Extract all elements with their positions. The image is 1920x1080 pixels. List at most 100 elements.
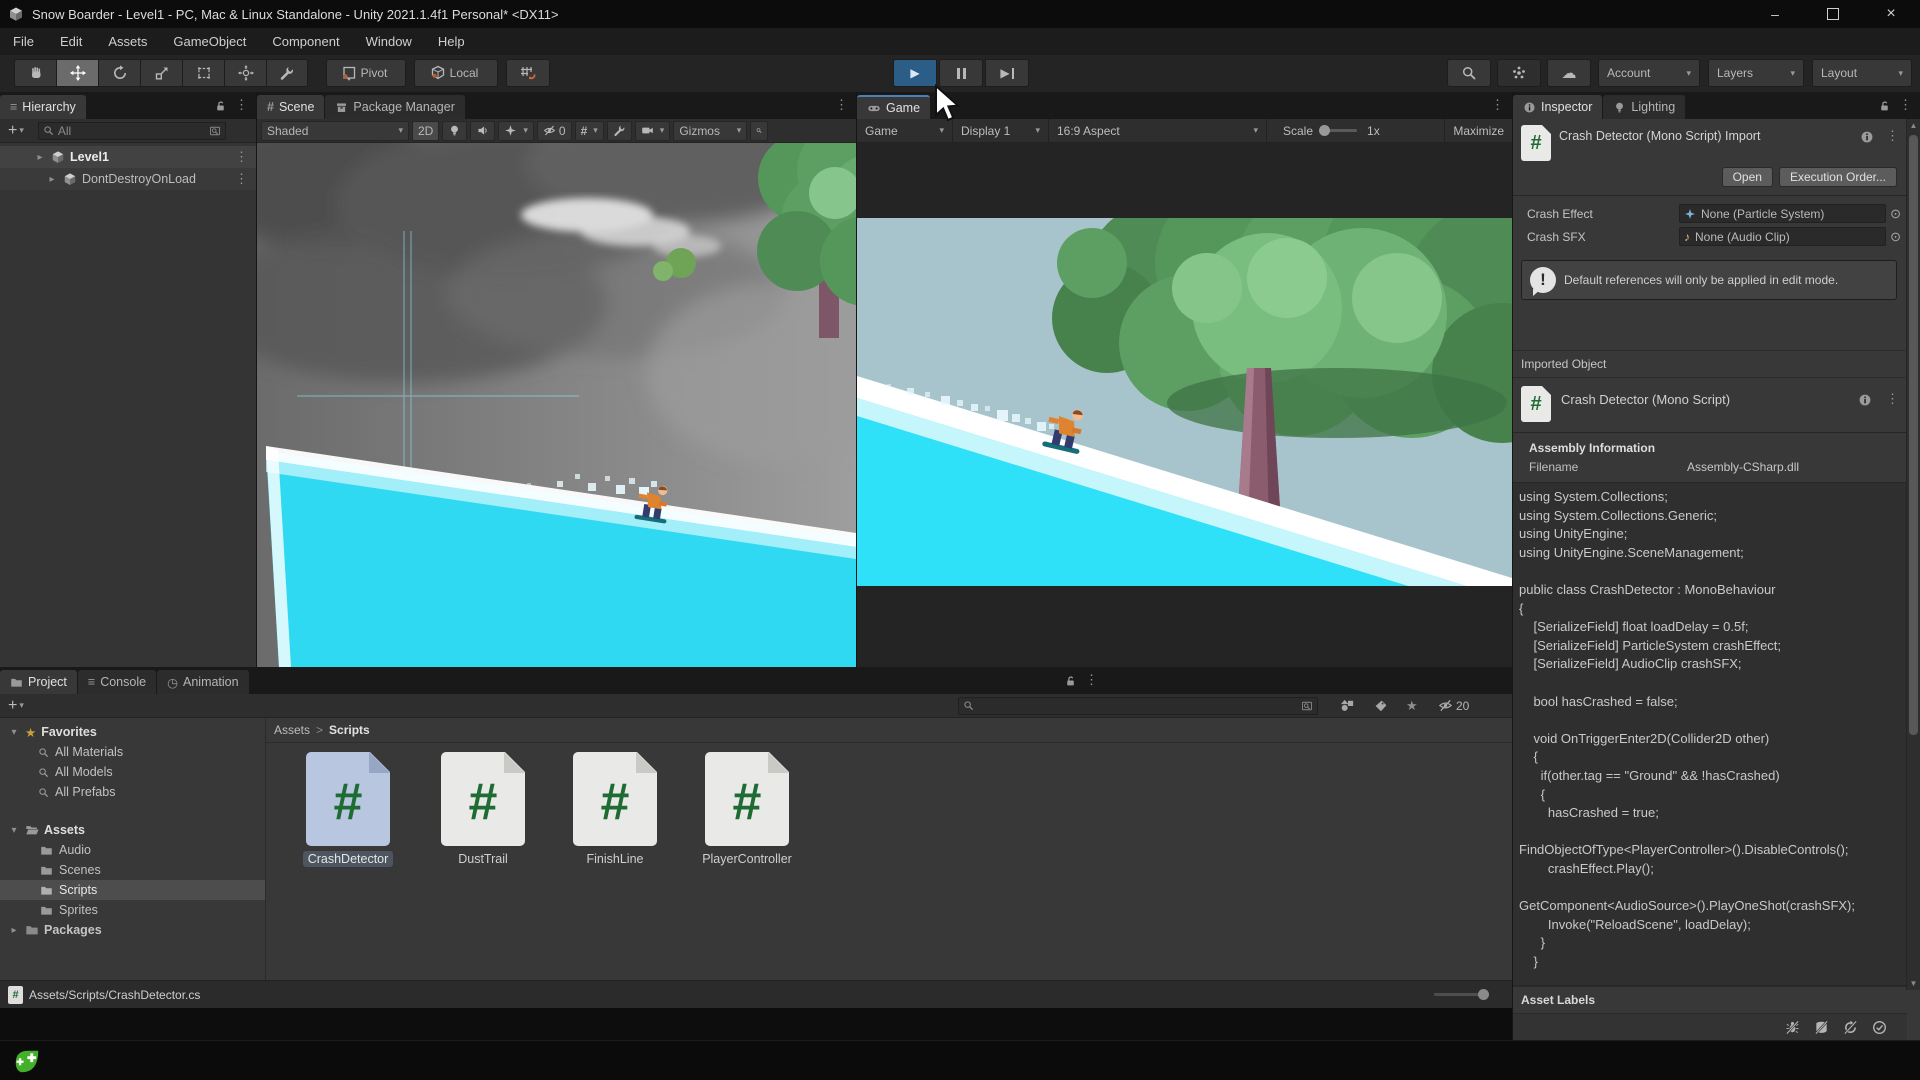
shading-mode-dropdown[interactable]: Shaded ▾ — [261, 120, 409, 141]
plastic-scm-icon[interactable] — [12, 1046, 42, 1076]
layout-dropdown[interactable]: Layout ▾ — [1812, 59, 1912, 87]
file-dusttrail[interactable]: # DustTrail — [425, 751, 541, 867]
local-toggle-button[interactable]: Local — [414, 59, 498, 87]
refresh-disabled-icon[interactable] — [1843, 1020, 1858, 1035]
tree-folder-scenes[interactable]: Scenes — [0, 860, 265, 880]
crash-sfx-object-field[interactable]: ♪ None (Audio Clip) — [1679, 227, 1887, 246]
asset-type-filter-icon[interactable] — [1340, 698, 1355, 713]
tab-animation[interactable]: ◷ Animation — [157, 670, 249, 694]
project-search-input[interactable] — [958, 696, 1318, 715]
dropdown-arrow-icon[interactable]: ▾ — [19, 700, 24, 711]
menu-file[interactable]: File — [0, 28, 47, 55]
component-tools-button[interactable] — [606, 120, 632, 141]
scene-audio-toggle[interactable] — [470, 120, 496, 141]
gizmos-dropdown[interactable]: Gizmos ▾ — [673, 120, 748, 141]
tree-packages[interactable]: ▸ Packages — [0, 920, 265, 940]
tab-project[interactable]: Project — [0, 670, 77, 694]
custom-tool-button[interactable] — [266, 59, 308, 87]
file-finishline[interactable]: # FinishLine — [557, 751, 673, 867]
hierarchy-search-input[interactable]: All — [37, 121, 226, 140]
object-picker-icon[interactable]: ⊙ — [1890, 229, 1901, 245]
scene-camera-dropdown[interactable]: ▾ — [634, 120, 671, 141]
progress-activity-button[interactable] — [1497, 59, 1541, 87]
grid-visibility-dropdown[interactable]: # ▾ — [574, 120, 604, 141]
close-button[interactable]: × — [1862, 0, 1920, 28]
kebab-menu-icon[interactable]: ⋮ — [1487, 97, 1508, 113]
scrollbar-thumb[interactable] — [1909, 135, 1918, 735]
kebab-menu-icon[interactable]: ⋮ — [231, 149, 252, 165]
tab-package-manager[interactable]: Package Manager — [325, 95, 465, 119]
tree-favorites[interactable]: ▾ ★ Favorites — [0, 722, 265, 742]
add-object-button[interactable]: + — [8, 122, 17, 140]
icon-size-slider[interactable] — [1434, 989, 1489, 1000]
kebab-menu-icon[interactable]: ⋮ — [231, 97, 252, 113]
open-button[interactable]: Open — [1721, 167, 1773, 187]
grid-snap-button[interactable] — [506, 59, 550, 87]
menu-help[interactable]: Help — [425, 28, 478, 55]
tab-hierarchy[interactable]: ≡ Hierarchy — [0, 95, 86, 119]
rect-tool-button[interactable] — [182, 59, 224, 87]
tree-all-models[interactable]: All Models — [0, 762, 265, 782]
menu-window[interactable]: Window — [353, 28, 425, 55]
play-button[interactable]: ▶ — [893, 59, 937, 87]
game-viewport[interactable] — [857, 143, 1512, 667]
transform-tool-button[interactable] — [224, 59, 266, 87]
tree-assets[interactable]: ▾ Assets — [0, 820, 265, 840]
tab-inspector[interactable]: Inspector — [1513, 95, 1603, 119]
pause-button[interactable] — [939, 59, 983, 87]
expand-arrow-icon[interactable]: ▸ — [46, 174, 58, 185]
kebab-menu-icon[interactable]: ⋮ — [1882, 391, 1903, 407]
label-filter-icon[interactable] — [1374, 699, 1388, 713]
hierarchy-item-level1[interactable]: ▸ Level1 ⋮ — [0, 146, 256, 168]
tree-folder-audio[interactable]: Audio — [0, 840, 265, 860]
scale-tool-button[interactable] — [140, 59, 182, 87]
tab-console[interactable]: ≡ Console — [77, 670, 157, 694]
debug-disabled-icon[interactable] — [1785, 1020, 1800, 1035]
scene-viewport[interactable] — [257, 143, 856, 667]
game-display-mode-dropdown[interactable]: Game ▾ — [857, 118, 953, 143]
hierarchy-item-dontdestroyonload[interactable]: ▸ DontDestroyOnLoad ⋮ — [0, 168, 256, 190]
minimize-button[interactable]: – — [1746, 0, 1804, 28]
menu-assets[interactable]: Assets — [95, 28, 160, 55]
tab-scene[interactable]: # Scene — [257, 95, 325, 119]
aspect-ratio-dropdown[interactable]: 16:9 Aspect ▾ — [1049, 118, 1267, 143]
kebab-menu-icon[interactable]: ⋮ — [231, 171, 252, 187]
lock-icon[interactable] — [1878, 99, 1891, 112]
asset-labels-strip[interactable]: Asset Labels — [1513, 986, 1907, 1014]
open-search-window-icon[interactable] — [1301, 700, 1313, 712]
file-playercontroller[interactable]: # PlayerController — [689, 751, 805, 867]
tab-game[interactable]: Game — [857, 95, 931, 119]
help-icon[interactable] — [1860, 130, 1874, 144]
tab-lighting[interactable]: Lighting — [1603, 95, 1686, 119]
expand-arrow-icon[interactable]: ▾ — [8, 825, 20, 836]
layers-dropdown[interactable]: Layers ▾ — [1708, 59, 1804, 87]
tree-all-prefabs[interactable]: All Prefabs — [0, 782, 265, 802]
lock-icon[interactable] — [1064, 674, 1077, 687]
hidden-objects-toggle[interactable]: 0 — [536, 120, 572, 141]
display-dropdown[interactable]: Display 1 ▾ — [953, 118, 1049, 143]
scroll-down-icon[interactable]: ▼ — [1907, 979, 1920, 988]
step-button[interactable]: ▶ — [985, 59, 1029, 87]
breadcrumb-root[interactable]: Assets — [274, 723, 310, 737]
editor-search-button[interactable] — [1447, 59, 1491, 87]
tree-folder-scripts[interactable]: Scripts — [0, 880, 265, 900]
bundle-disabled-icon[interactable] — [1814, 1020, 1829, 1035]
object-picker-icon[interactable]: ⊙ — [1890, 206, 1901, 222]
expand-arrow-icon[interactable]: ▸ — [34, 152, 46, 163]
kebab-menu-icon[interactable]: ⋮ — [1081, 672, 1102, 688]
menu-gameobject[interactable]: GameObject — [160, 28, 259, 55]
open-search-window-icon[interactable] — [209, 125, 221, 137]
scene-lighting-toggle[interactable] — [442, 120, 468, 141]
breadcrumb-current[interactable]: Scripts — [329, 723, 370, 737]
rotate-tool-button[interactable] — [98, 59, 140, 87]
inspector-scrollbar[interactable]: ▲ ▼ — [1906, 119, 1920, 990]
file-crashdetector[interactable]: # CrashDetector — [290, 751, 406, 867]
hidden-packages-icon[interactable] — [1438, 698, 1453, 713]
favorites-filter-icon[interactable]: ★ — [1406, 698, 1418, 714]
maximize-on-play-button[interactable]: Maximize — [1444, 118, 1512, 143]
expand-arrow-icon[interactable]: ▾ — [8, 727, 20, 738]
help-icon[interactable] — [1858, 393, 1872, 407]
2d-mode-toggle[interactable]: 2D — [412, 120, 440, 141]
maximize-button[interactable] — [1804, 0, 1862, 28]
lock-icon[interactable] — [214, 99, 227, 112]
